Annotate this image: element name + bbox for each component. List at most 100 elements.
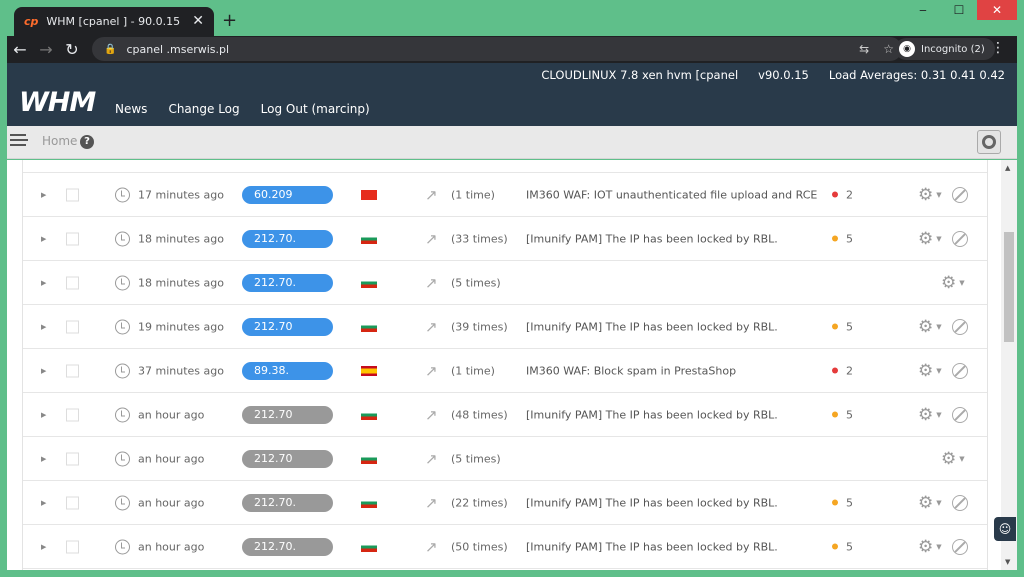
whm-logo[interactable]: WHM bbox=[19, 87, 96, 118]
incognito-icon: ◉ bbox=[899, 41, 915, 57]
actions-gear-button[interactable]: ⚙ ▼ bbox=[918, 317, 942, 337]
breadcrumb-bar: Home ? bbox=[7, 126, 1017, 159]
actions-gear-button[interactable]: ⚙ ▼ bbox=[918, 361, 942, 381]
clock-icon bbox=[115, 187, 130, 202]
severity: 5 bbox=[832, 320, 853, 333]
row-checkbox[interactable] bbox=[66, 452, 79, 465]
actions-gear-button[interactable]: ⚙ ▼ bbox=[918, 185, 942, 205]
row-checkbox[interactable] bbox=[66, 276, 79, 289]
reload-icon[interactable]: ↻ bbox=[59, 40, 85, 59]
row-checkbox[interactable] bbox=[66, 496, 79, 509]
country-flag-icon bbox=[361, 189, 377, 200]
country-flag-icon bbox=[361, 497, 377, 508]
actions-gear-button[interactable]: ⚙ ▼ bbox=[918, 493, 942, 513]
ip-badge[interactable]: 60.209 bbox=[242, 185, 333, 204]
ip-badge[interactable]: 212.70 bbox=[242, 405, 333, 424]
breadcrumb-home[interactable]: Home bbox=[42, 134, 77, 148]
incident-row[interactable]: ▶ 17 minutes ago 60.209 ↗ (1 time) IM360… bbox=[23, 173, 987, 217]
chat-widget-icon[interactable]: ☺ bbox=[994, 517, 1016, 541]
help-icon[interactable]: ? bbox=[80, 135, 94, 149]
back-icon[interactable]: ← bbox=[7, 40, 33, 59]
trend-arrow-icon: ↗ bbox=[425, 317, 438, 336]
address-bar[interactable]: 🔒 cpanel .mserwis.pl ⇆ ☆ bbox=[92, 37, 902, 61]
expand-caret-icon[interactable]: ▶ bbox=[41, 455, 46, 463]
expand-caret-icon[interactable]: ▶ bbox=[41, 235, 46, 243]
system-info: CLOUDLINUX 7.8 xen hvm [cpanel v90.0.15 … bbox=[541, 68, 1005, 82]
ip-badge[interactable]: 212.70 bbox=[242, 317, 333, 336]
row-checkbox[interactable] bbox=[66, 188, 79, 201]
block-ip-button[interactable] bbox=[952, 186, 968, 203]
ip-badge[interactable]: 212.70. bbox=[242, 537, 333, 556]
clock-icon bbox=[115, 495, 130, 510]
expand-caret-icon[interactable]: ▶ bbox=[41, 279, 46, 287]
incident-count: (33 times) bbox=[451, 232, 508, 245]
expand-caret-icon[interactable]: ▶ bbox=[41, 191, 46, 199]
row-checkbox[interactable] bbox=[66, 232, 79, 245]
scroll-up-icon[interactable]: ▲ bbox=[1005, 164, 1010, 172]
ip-badge[interactable]: 212.70. bbox=[242, 273, 333, 292]
actions-gear-button[interactable]: ⚙ ▼ bbox=[941, 273, 965, 293]
browser-tab[interactable]: cp WHM [cpanel ] - 90.0.15 ✕ bbox=[14, 7, 214, 36]
trend-arrow-icon: ↗ bbox=[425, 493, 438, 512]
close-tab-icon[interactable]: ✕ bbox=[192, 13, 204, 29]
incident-row[interactable]: ▶ 19 minutes ago 212.70 ↗ (39 times) [Im… bbox=[23, 305, 987, 349]
minimize-button[interactable]: ‒ bbox=[905, 0, 941, 20]
page-scrollbar[interactable]: ▲ ▼ bbox=[1001, 160, 1017, 570]
expand-caret-icon[interactable]: ▶ bbox=[41, 411, 46, 419]
incognito-badge[interactable]: ◉ Incognito (2) bbox=[895, 38, 995, 60]
ip-badge[interactable]: 89.38. bbox=[242, 361, 333, 380]
actions-gear-button[interactable]: ⚙ ▼ bbox=[918, 229, 942, 249]
country-flag-icon bbox=[361, 321, 377, 332]
row-checkbox[interactable] bbox=[66, 364, 79, 377]
ip-badge[interactable]: 212.70. bbox=[242, 493, 333, 512]
block-ip-button[interactable] bbox=[952, 362, 968, 379]
block-ip-button[interactable] bbox=[952, 494, 968, 511]
maximize-button[interactable]: ☐ bbox=[941, 0, 977, 20]
support-lifebuoy-button[interactable] bbox=[977, 130, 1001, 154]
trend-arrow-icon: ↗ bbox=[425, 537, 438, 556]
actions-gear-button[interactable]: ⚙ ▼ bbox=[918, 537, 942, 557]
new-tab-button[interactable]: + bbox=[222, 10, 237, 31]
row-checkbox[interactable] bbox=[66, 408, 79, 421]
forward-icon[interactable]: → bbox=[33, 40, 59, 59]
sidebar-toggle-icon[interactable] bbox=[10, 134, 30, 148]
incident-row[interactable]: ▶ 18 minutes ago 212.70. ↗ (33 times) [I… bbox=[23, 217, 987, 261]
block-ip-button[interactable] bbox=[952, 406, 968, 423]
expand-caret-icon[interactable]: ▶ bbox=[41, 323, 46, 331]
incident-time: an hour ago bbox=[138, 452, 205, 465]
expand-caret-icon[interactable]: ▶ bbox=[41, 543, 46, 551]
actions-gear-button[interactable]: ⚙ ▼ bbox=[941, 449, 965, 469]
whm-header: CLOUDLINUX 7.8 xen hvm [cpanel v90.0.15 … bbox=[7, 63, 1017, 126]
incident-row[interactable]: ▶ 18 minutes ago 212.70. ↗ (5 times) ⚙ ▼ bbox=[23, 261, 987, 305]
row-checkbox[interactable] bbox=[66, 320, 79, 333]
incident-row[interactable]: ▶ an hour ago 212.70. ↗ (50 times) [Imun… bbox=[23, 525, 987, 569]
block-ip-button[interactable] bbox=[952, 318, 968, 335]
severity-value: 5 bbox=[846, 320, 853, 333]
actions-gear-button[interactable]: ⚙ ▼ bbox=[918, 405, 942, 425]
nav-logout[interactable]: Log Out (marcinp) bbox=[261, 102, 370, 116]
incident-row[interactable]: ▶ an hour ago 212.70. ↗ (22 times) [Imun… bbox=[23, 481, 987, 525]
block-ip-button[interactable] bbox=[952, 230, 968, 247]
ip-badge[interactable]: 212.70 bbox=[242, 449, 333, 468]
ip-badge[interactable]: 212.70. bbox=[242, 229, 333, 248]
translate-icon[interactable]: ⇆ bbox=[859, 42, 869, 56]
expand-caret-icon[interactable]: ▶ bbox=[41, 367, 46, 375]
incident-row[interactable]: ▶ an hour ago 212.70 ↗ (48 times) [Imuni… bbox=[23, 393, 987, 437]
clock-icon bbox=[115, 363, 130, 378]
browser-menu-icon[interactable]: ⋮ bbox=[991, 40, 1005, 56]
nav-change-log[interactable]: Change Log bbox=[168, 102, 239, 116]
scroll-thumb[interactable] bbox=[1004, 232, 1014, 342]
incident-time: 37 minutes ago bbox=[138, 364, 224, 377]
nav-news[interactable]: News bbox=[115, 102, 147, 116]
incident-row[interactable]: ▶ 37 minutes ago 89.38. ↗ (1 time) IM360… bbox=[23, 349, 987, 393]
bookmark-star-icon[interactable]: ☆ bbox=[883, 42, 894, 56]
browser-toolbar: ← → ↻ 🔒 cpanel .mserwis.pl ⇆ ☆ ◉ Incogni… bbox=[7, 36, 1017, 63]
scroll-down-icon[interactable]: ▼ bbox=[1005, 558, 1010, 566]
incident-description: [Imunify PAM] The IP has been locked by … bbox=[526, 540, 778, 553]
block-ip-button[interactable] bbox=[952, 538, 968, 555]
row-checkbox[interactable] bbox=[66, 540, 79, 553]
severity-dot-icon bbox=[832, 411, 838, 418]
expand-caret-icon[interactable]: ▶ bbox=[41, 499, 46, 507]
close-window-button[interactable]: ✕ bbox=[977, 0, 1017, 20]
incident-row[interactable]: ▶ an hour ago 212.70 ↗ (5 times) ⚙ ▼ bbox=[23, 437, 987, 481]
